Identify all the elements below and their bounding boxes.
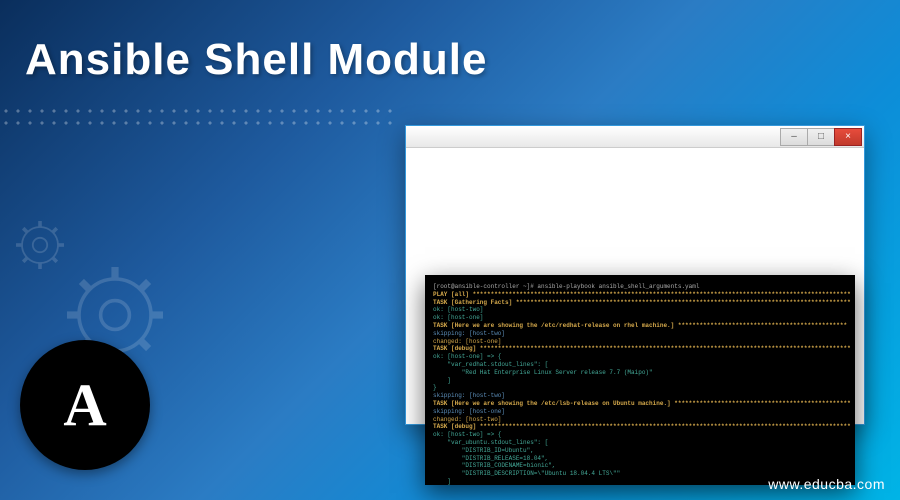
logo-letter: A: [63, 371, 106, 440]
maximize-button[interactable]: □: [807, 128, 835, 146]
terminal-line: }: [433, 384, 847, 392]
terminal-line: ok: [host-one] => {: [433, 353, 847, 361]
watermark-text: www.educba.com: [768, 476, 885, 492]
dots-decoration: [0, 105, 400, 125]
terminal-line: TASK [Gathering Facts] *****************…: [433, 299, 847, 307]
close-button[interactable]: ×: [834, 128, 862, 146]
terminal-line: skipping: [host-two]: [433, 330, 847, 338]
terminal-line: "var_ubuntu.stdout_lines": [: [433, 439, 847, 447]
window-controls: – □ ×: [781, 128, 862, 146]
terminal-line: TASK [debug] ***************************…: [433, 345, 847, 353]
terminal-line: TASK [Here we are showing the /etc/redha…: [433, 322, 847, 330]
terminal-line: changed: [host-one]: [433, 338, 847, 346]
terminal-line: TASK [Here we are showing the /etc/lsb-r…: [433, 400, 847, 408]
minimize-button[interactable]: –: [780, 128, 808, 146]
page-title: Ansible Shell Module: [25, 35, 488, 85]
terminal-line: skipping: [host-one]: [433, 408, 847, 416]
terminal-line: skipping: [host-two]: [433, 392, 847, 400]
window-titlebar: – □ ×: [406, 126, 864, 148]
terminal-line: TASK [debug] ***************************…: [433, 423, 847, 431]
terminal-line: PLAY [all] *****************************…: [433, 291, 847, 299]
terminal-line: "Red Hat Enterprise Linux Server release…: [433, 369, 847, 377]
terminal-line: changed: [host-two]: [433, 416, 847, 424]
terminal-line: "DISTRIB_ID=Ubuntu",: [433, 447, 847, 455]
logo-badge: A: [20, 340, 150, 470]
terminal-line: "DISTRIB_CODENAME=bionic",: [433, 462, 847, 470]
terminal-line: ok: [host-two] => {: [433, 431, 847, 439]
terminal-line: "var_redhat.stdout_lines": [: [433, 361, 847, 369]
terminal-line: ok: [host-two]: [433, 306, 847, 314]
terminal-output: [root@ansible-controller ~]# ansible-pla…: [425, 275, 855, 485]
terminal-line: "DISTRIB_RELEASE=18.04",: [433, 455, 847, 463]
terminal-line: ]: [433, 377, 847, 385]
terminal-line: ok: [host-one]: [433, 314, 847, 322]
terminal-line: [root@ansible-controller ~]# ansible-pla…: [433, 283, 847, 291]
